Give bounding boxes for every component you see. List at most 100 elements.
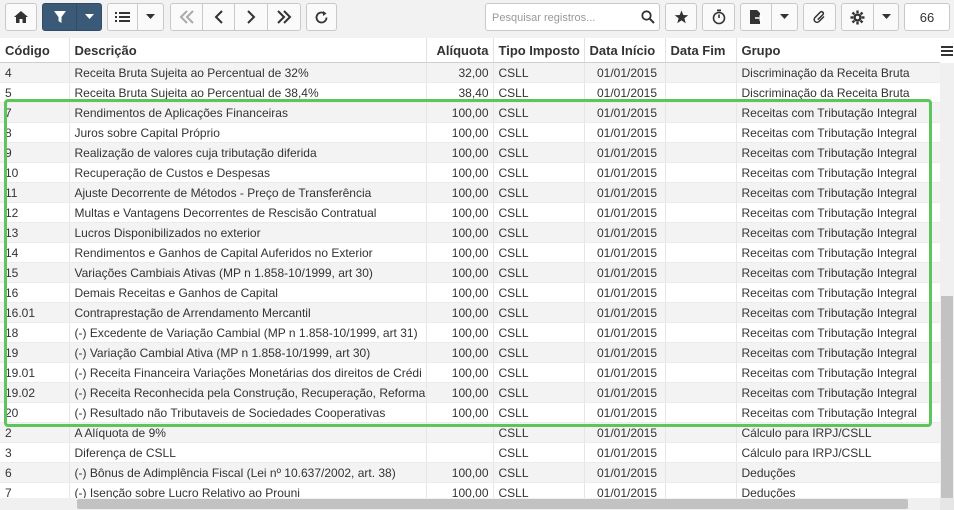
cell-tipo-imposto: CSLL [493,302,585,323]
cell-tipo-imposto: CSLL [493,102,585,123]
cell-descricao: Demais Receitas e Ganhos de Capital [69,282,427,303]
cell-tipo-imposto: CSLL [493,242,585,263]
list-view-dropdown-button[interactable] [137,3,164,31]
prev-page-icon [214,10,223,24]
export-dropdown-button[interactable] [771,3,798,31]
timer-button[interactable] [702,3,735,31]
column-header-data-inicio[interactable]: Data Início [584,38,666,63]
prev-page-button[interactable] [202,3,235,31]
cell-descricao: Realização de valores cuja tributação di… [69,142,427,163]
cell-aliquota: 100,00 [426,482,494,498]
chevron-down-icon [84,14,94,19]
column-header-data-fim[interactable]: Data Fim [665,38,737,63]
table-row[interactable]: 12 Multas e Vantagens Decorrentes de Resc… [0,202,940,223]
attachments-button[interactable] [803,3,836,31]
home-button[interactable] [5,3,37,31]
table-row[interactable]: 2A Alíquota de 9% CSLL 01/01/2015 Cálculo p… [0,422,940,443]
column-header-tipo-imposto[interactable]: Tipo Imposto [493,38,585,63]
column-header-descricao[interactable]: Descrição [69,38,427,63]
cell-codigo: 6 [0,462,70,483]
cell-grupo: Receitas com Tributação Integral [736,362,940,383]
cell-aliquota: 100,00 [426,282,494,303]
column-header-codigo[interactable]: Código [0,38,70,63]
settings-dropdown-button[interactable] [873,3,899,31]
refresh-button[interactable] [306,3,337,31]
records-table: Código Descrição Alíquota Tipo Imposto D… [0,38,940,498]
cell-grupo: Receitas com Tributação Integral [736,322,940,343]
search-input[interactable] [490,8,644,28]
chevron-down-icon [146,14,155,19]
horizontal-scrollbar[interactable] [0,498,940,510]
chevron-down-icon [881,14,891,19]
cell-data-fim [665,162,737,183]
column-header-aliquota[interactable]: Alíquota [426,38,494,63]
column-header-grupo[interactable]: Grupo [736,38,940,63]
last-page-button[interactable] [267,3,301,31]
cell-grupo: Discriminação da Receita Bruta [736,62,940,83]
cell-data-inicio: 01/01/2015 [584,102,666,123]
cell-data-inicio: 01/01/2015 [584,302,666,323]
table-row[interactable]: 16.01 Contraprestação de Arrendamento Mer… [0,302,940,323]
cell-aliquota: 100,00 [426,142,494,163]
table-row[interactable]: 6 (-) Bônus de Adimplência Fiscal (Lei nº… [0,462,940,483]
vertical-scrollbar-thumb[interactable] [941,296,953,498]
cell-aliquota: 100,00 [426,202,494,223]
cell-grupo: Receitas com Tributação Integral [736,162,940,183]
vertical-scrollbar[interactable] [940,63,954,498]
table-row[interactable]: 19.02 (-) Receita Reconhecida pela Constr… [0,382,940,403]
filter-button[interactable] [42,3,77,31]
table-row[interactable]: 8 Juros sobre Capital Próprio 100,00 CSLL 01… [0,122,940,143]
cell-data-inicio: 01/01/2015 [584,282,666,303]
table-row[interactable]: 19 (-) Variação Cambial Ativa (MP n 1.858… [0,342,940,363]
cell-tipo-imposto: CSLL [493,182,585,203]
cell-codigo: 3 [0,442,70,463]
table-row[interactable]: 5 Receita Bruta Sujeita ao Percentual de … [0,82,940,103]
table-row[interactable]: 11 Ajuste Decorrente de Métodos - Preço d… [0,182,940,203]
table-row[interactable]: 7 Rendimentos de Aplicações Financeiras 10… [0,102,940,123]
cell-data-fim [665,142,737,163]
table-row[interactable]: 14 Rendimentos e Ganhos de Capital Auferi… [0,242,940,263]
cell-tipo-imposto: CSLL [493,322,585,343]
cell-aliquota: 32,00 [426,62,494,83]
cell-descricao: A Alíquota de 9% [69,422,427,443]
export-button[interactable] [740,3,772,31]
table-row[interactable]: 19.01 (-) Receita Financeira Variações Mo… [0,362,940,383]
settings-button[interactable] [841,3,874,31]
next-page-icon [247,10,256,24]
cell-tipo-imposto: CSLL [493,402,585,423]
list-view-button[interactable] [107,3,138,31]
search-box [485,3,660,31]
cell-codigo: 14 [0,242,70,263]
search-icon[interactable] [641,10,655,24]
table-row[interactable]: 9 Realização de valores cuja tributação d… [0,142,940,163]
cell-descricao: (-) Variação Cambial Ativa (MP n 1.858-1… [69,342,427,363]
cell-data-fim [665,402,737,423]
table-row[interactable]: 20 (-) Resultado não Tributaveis de Socie… [0,402,940,423]
table-row[interactable]: 13 Lucros Disponibilizados no exterior 100… [0,222,940,243]
next-page-button[interactable] [234,3,268,31]
table-row[interactable]: 10 Recuperação de Custos e Despesas 100,00… [0,162,940,183]
table-row[interactable]: 4 Receita Bruta Sujeita ao Percentual de … [0,62,940,83]
cell-tipo-imposto: CSLL [493,222,585,243]
cell-data-inicio: 01/01/2015 [584,62,666,83]
toolbar: 66 [0,0,954,39]
favorite-button[interactable] [665,3,697,31]
cell-tipo-imposto: CSLL [493,62,585,83]
horizontal-scrollbar-thumb[interactable] [77,499,908,509]
cell-data-inicio: 01/01/2015 [584,342,666,363]
cell-data-fim [665,342,737,363]
cell-grupo: Receitas com Tributação Integral [736,182,940,203]
table-row[interactable]: 16 Demais Receitas e Ganhos de Capital 100… [0,282,940,303]
cell-data-fim [665,362,737,383]
column-menu[interactable] [940,38,954,64]
table-row[interactable]: 18 (-) Excedente de Variação Cambial (MP … [0,322,940,343]
list-icon [115,12,130,22]
cell-aliquota: 100,00 [426,322,494,343]
table-row[interactable]: 15 Variações Cambiais Ativas (MP n 1.858-… [0,262,940,283]
cell-tipo-imposto: CSLL [493,462,585,483]
first-page-button[interactable] [170,3,203,31]
cell-descricao: (-) Bônus de Adimplência Fiscal (Lei nº … [69,462,427,483]
table-row[interactable]: 7 (-) Isenção sobre Lucro Relativo ao Pro… [0,482,940,498]
table-row[interactable]: 3 Diferença de CSLL CSLL 01/01/2015 Cálculo … [0,442,940,463]
filter-dropdown-button[interactable] [76,3,102,31]
